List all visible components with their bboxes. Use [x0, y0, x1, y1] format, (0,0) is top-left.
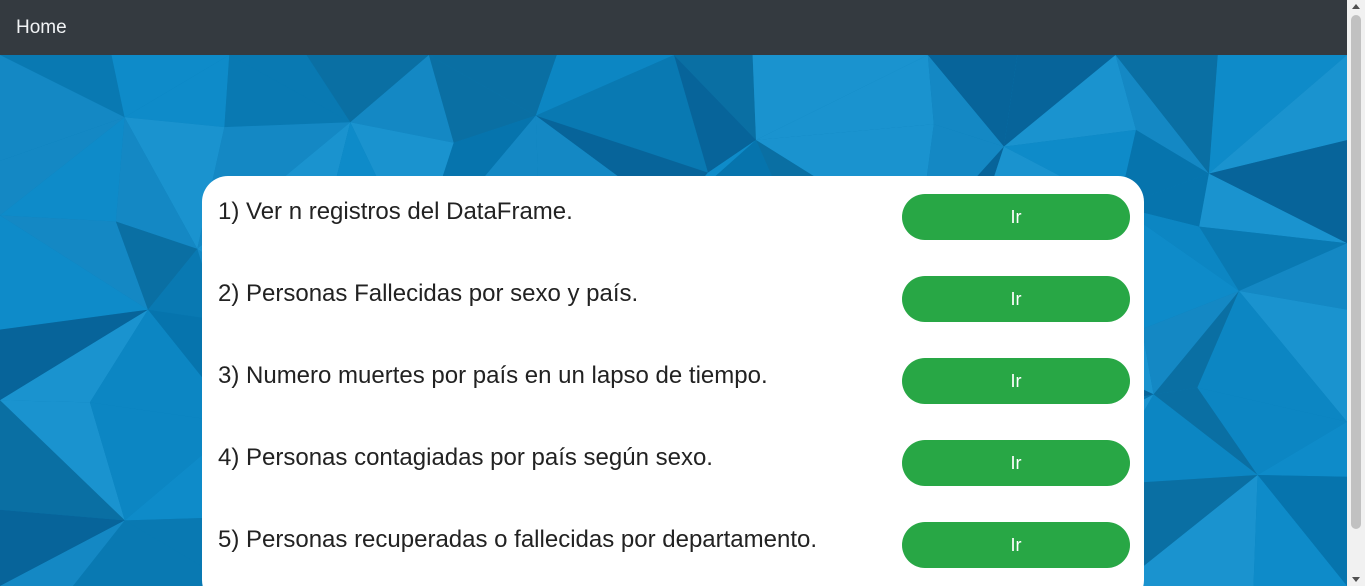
option-row-2: 2) Personas Fallecidas por sexo y país. … [218, 276, 1130, 322]
scroll-down-icon[interactable] [1352, 577, 1360, 582]
option-label-1: 1) Ver n registros del DataFrame. [218, 198, 573, 225]
option-row-3: 3) Numero muertes por país en un lapso d… [218, 358, 1130, 404]
scrollbar-thumb[interactable] [1351, 15, 1361, 529]
option-row-1: 1) Ver n registros del DataFrame. Ir [218, 194, 1130, 240]
option-row-5: 5) Personas recuperadas o fallecidas por… [218, 522, 1130, 568]
home-link[interactable]: Home [16, 17, 67, 39]
option-label-3: 3) Numero muertes por país en un lapso d… [218, 362, 768, 389]
vertical-scrollbar[interactable] [1347, 0, 1365, 586]
options-card: 1) Ver n registros del DataFrame. Ir 2) … [202, 176, 1144, 586]
scroll-up-icon[interactable] [1352, 4, 1360, 9]
go-button-3[interactable]: Ir [902, 358, 1130, 404]
option-label-4: 4) Personas contagiadas por país según s… [218, 444, 713, 471]
go-button-1[interactable]: Ir [902, 194, 1130, 240]
go-button-5[interactable]: Ir [902, 522, 1130, 568]
option-row-4: 4) Personas contagiadas por país según s… [218, 440, 1130, 486]
option-label-5: 5) Personas recuperadas o fallecidas por… [218, 526, 818, 553]
go-button-4[interactable]: Ir [902, 440, 1130, 486]
navbar: Home [0, 0, 1347, 55]
page: Home 1) Ver n registros del DataFrame. I… [0, 0, 1365, 586]
go-button-2[interactable]: Ir [902, 276, 1130, 322]
option-label-2: 2) Personas Fallecidas por sexo y país. [218, 280, 639, 307]
